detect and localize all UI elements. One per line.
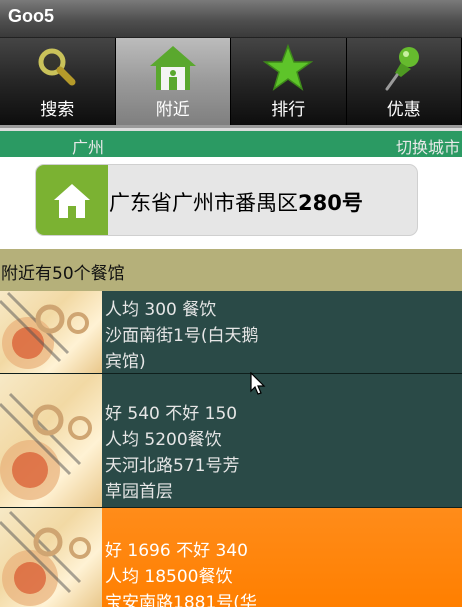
restaurant-list-item[interactable]: 好 1696 不好 340 人均 18500餐饮 宝安南路1881号(华 [0,508,462,607]
restaurant-rating: 好 1696 不好 340 [105,541,248,561]
restaurant-info: 人均 300 餐饮 沙面南街1号(白天鹅 宾馆) [102,291,462,373]
tab-label: 附近 [155,100,190,120]
home-icon [36,165,108,235]
tab-label: 搜索 [40,100,75,120]
tab-label: 优惠 [386,100,421,120]
restaurant-thumbnail [0,291,102,373]
restaurant-price: 人均 18500餐饮 [105,567,233,587]
current-address: 广东省广州市番禺区280号 [109,187,363,217]
home-icon [146,43,200,93]
tab-search[interactable]: 搜索 [0,38,116,125]
current-city: 广州 [72,138,105,157]
tab-ranking[interactable]: 排行 [231,38,347,125]
restaurant-info: 好 1696 不好 340 人均 18500餐饮 宝安南路1881号(华 [102,508,462,607]
restaurant-address: 宾馆) [105,352,146,372]
tab-bar: 搜索 附近 排行 优惠 [0,38,462,125]
star-icon [261,43,315,93]
city-bar: 广州 切换城市 [0,125,462,157]
nearby-count-text: 附近有50个餐馆 [1,264,125,284]
search-icon [30,43,84,93]
restaurant-list-item[interactable]: 人均 300 餐饮 沙面南街1号(白天鹅 宾馆) [0,291,462,374]
restaurant-price: 人均 5200餐饮 [105,430,222,450]
address-number: 280号 [298,191,363,215]
restaurant-price: 人均 300 餐饮 [105,300,217,320]
restaurant-address: 宝安南路1881号(华 [105,593,257,607]
tab-label: 排行 [271,100,306,120]
restaurant-list-item[interactable]: 好 540 不好 150 人均 5200餐饮 天河北路571号芳 草园首层 [0,374,462,508]
tab-nearby[interactable]: 附近 [115,38,231,125]
restaurant-address: 沙面南街1号(白天鹅 [105,326,259,346]
app-title-bar: Goo5 [0,0,462,38]
mouse-cursor-icon [250,371,266,400]
nearby-count-bar: 附近有50个餐馆 [0,249,462,291]
location-button[interactable]: 广东省广州市番禺区280号 [35,164,418,236]
address-text: 广东省广州市番禺区 [109,191,298,215]
tab-deals[interactable]: 优惠 [346,38,462,125]
restaurant-rating: 好 540 不好 150 [105,404,238,424]
restaurant-address: 草园首层 [105,482,173,502]
switch-city-button[interactable]: 切换城市 [396,134,460,158]
restaurant-thumbnail [0,374,102,507]
pushpin-icon [377,43,431,93]
restaurant-thumbnail [0,508,102,607]
app-title: Goo5 [8,6,55,26]
restaurant-address: 天河北路571号芳 [105,456,240,476]
restaurant-info: 好 540 不好 150 人均 5200餐饮 天河北路571号芳 草园首层 [102,374,462,507]
